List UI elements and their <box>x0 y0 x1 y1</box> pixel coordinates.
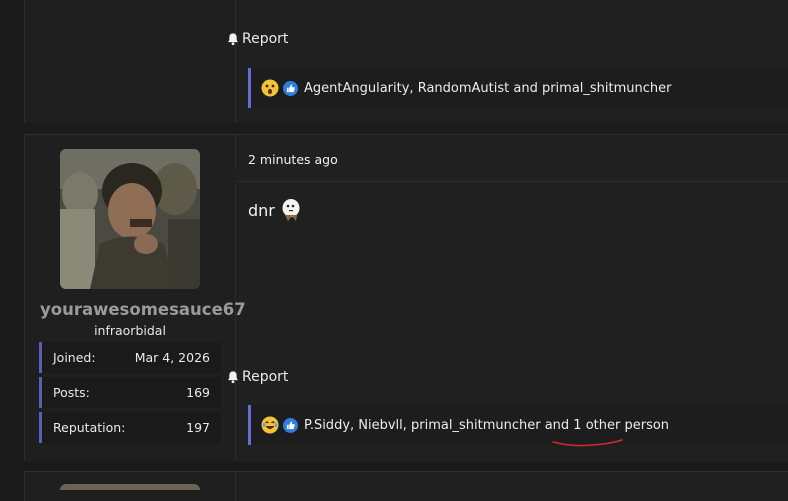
report-button[interactable]: Report <box>226 31 288 47</box>
report-button[interactable]: Report <box>226 369 288 385</box>
username[interactable]: yourawesomesauce67 <box>40 300 246 319</box>
message-body: dnr <box>248 197 304 223</box>
stat-value: 169 <box>186 385 210 400</box>
avatar-image <box>60 149 200 289</box>
avatar[interactable] <box>60 149 200 289</box>
reactions-users[interactable]: P.Siddy, Niebvll, primal_shitmuncher and… <box>304 418 669 433</box>
bell-icon <box>228 33 238 46</box>
thumbs-up-icon <box>283 80 298 96</box>
stat-label: Reputation: <box>53 420 126 435</box>
red-underline-annotation <box>552 439 623 447</box>
reactions-users[interactable]: AgentAngularity, RandomAutist and primal… <box>304 81 672 96</box>
report-label: Report <box>242 369 289 385</box>
bell-icon <box>228 371 238 384</box>
stat-reputation: Reputation: 197 <box>39 412 221 443</box>
post-main-column <box>236 472 788 501</box>
thumbs-up-icon <box>283 417 298 433</box>
astonished-face-icon <box>261 79 279 97</box>
divider <box>235 181 788 182</box>
stat-value: 197 <box>186 420 210 435</box>
reactions-bar[interactable]: AgentAngularity, RandomAutist and primal… <box>248 68 788 108</box>
laughing-face-icon <box>261 416 279 434</box>
avatar[interactable] <box>60 484 200 490</box>
ghost-emoji-icon <box>282 199 300 221</box>
stat-label: Posts: <box>53 385 90 400</box>
user-title: infraorbidal <box>94 323 166 338</box>
reactions-bar[interactable]: P.Siddy, Niebvll, primal_shitmuncher and… <box>248 405 788 445</box>
stat-value: Mar 4, 2026 <box>134 350 210 365</box>
report-label: Report <box>242 31 289 47</box>
stat-posts: Posts: 169 <box>39 377 221 408</box>
message-text: dnr <box>248 200 275 220</box>
post-timestamp[interactable]: 2 minutes ago <box>248 152 338 167</box>
stat-label: Joined: <box>53 350 96 365</box>
post-user-column <box>25 0 236 123</box>
stat-joined: Joined: Mar 4, 2026 <box>39 342 221 373</box>
